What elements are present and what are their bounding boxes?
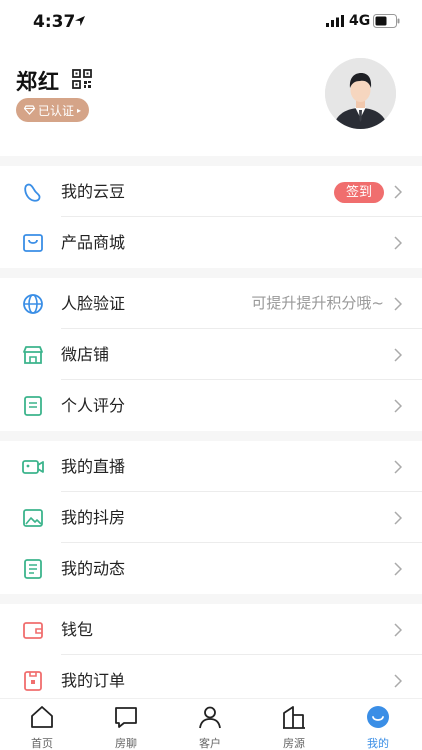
chevron-right-icon xyxy=(394,460,402,474)
building-icon xyxy=(283,706,305,729)
chevron-right-icon xyxy=(394,185,402,199)
menu-item-wallet[interactable]: 钱包 xyxy=(0,604,422,655)
document-icon xyxy=(24,396,42,416)
tab-label: 房源 xyxy=(283,737,305,750)
chevron-right-icon xyxy=(394,511,402,525)
battery-icon xyxy=(373,14,400,28)
person-icon xyxy=(199,706,221,729)
qr-code-icon[interactable] xyxy=(72,69,92,89)
section-divider xyxy=(0,594,422,604)
chevron-right-icon xyxy=(394,236,402,250)
video-camera-icon xyxy=(22,460,44,474)
tab-label: 我的 xyxy=(367,737,389,750)
menu-item-label: 微店铺 xyxy=(61,345,110,364)
sign-in-button[interactable]: 签到 xyxy=(333,182,384,203)
avatar[interactable] xyxy=(325,58,396,129)
menu-item-face-verify[interactable]: 人脸验证 可提升提升积分哦~ xyxy=(0,278,422,329)
tab-mine[interactable]: 我的 xyxy=(336,699,420,750)
tab-customers[interactable]: 客户 xyxy=(168,699,252,750)
menu-item-label: 我的云豆 xyxy=(61,182,126,201)
tab-home[interactable]: 首页 xyxy=(0,699,84,750)
verified-badge-label: 已认证 xyxy=(38,103,75,118)
home-icon xyxy=(31,706,53,728)
status-time: 4:37 xyxy=(33,12,76,32)
tab-label: 房聊 xyxy=(115,737,137,750)
menu-list: 我的云豆 签到 产品商城 人脸验证 可提升提升积分哦~ 微店铺 个人评分 我的直… xyxy=(0,156,422,706)
menu-item-live[interactable]: 我的直播 xyxy=(0,441,422,492)
menu-item-yundou[interactable]: 我的云豆 签到 xyxy=(0,166,422,217)
chevron-right-icon xyxy=(394,297,402,311)
smile-face-icon xyxy=(367,706,389,728)
chat-bubble-icon xyxy=(115,707,137,728)
section-divider xyxy=(0,431,422,441)
network-type: 4G xyxy=(349,13,371,29)
menu-item-product-mall[interactable]: 产品商城 xyxy=(0,217,422,268)
wallet-icon xyxy=(23,622,43,639)
chevron-right-icon xyxy=(394,562,402,576)
menu-item-moments[interactable]: 我的动态 xyxy=(0,543,422,594)
chevron-right-icon xyxy=(394,348,402,362)
verified-badge: 已认证 ▸ xyxy=(16,98,90,122)
order-icon xyxy=(24,671,42,691)
chevron-right-icon xyxy=(394,674,402,688)
globe-icon xyxy=(23,294,43,314)
tab-chat[interactable]: 房聊 xyxy=(84,699,168,750)
notes-icon xyxy=(24,559,42,579)
tab-listings[interactable]: 房源 xyxy=(252,699,336,750)
section-divider xyxy=(0,156,422,166)
menu-item-label: 产品商城 xyxy=(61,233,126,252)
store-icon xyxy=(23,346,43,364)
user-name: 郑红 xyxy=(16,70,60,94)
bean-icon xyxy=(24,183,41,202)
image-icon xyxy=(23,509,43,527)
menu-item-label: 我的抖房 xyxy=(61,508,126,527)
menu-item-label: 个人评分 xyxy=(61,396,126,415)
profile-page: 4:37 4G 郑红 已认证 ▸ 我的云豆 签到 产品商城 人脸验证 可提升提升… xyxy=(0,0,422,750)
tab-label: 客户 xyxy=(199,737,221,750)
tab-label: 首页 xyxy=(31,737,53,750)
location-arrow-icon xyxy=(75,16,85,26)
signal-icon xyxy=(326,15,344,27)
menu-item-label: 我的直播 xyxy=(61,457,126,476)
bottom-tab-bar: 首页 房聊 客户 房源 我的 xyxy=(0,698,422,750)
menu-item-label: 钱包 xyxy=(61,620,94,639)
chevron-right-icon xyxy=(394,399,402,413)
menu-item-label: 我的动态 xyxy=(61,559,126,578)
section-divider xyxy=(0,268,422,278)
diamond-icon xyxy=(24,105,35,115)
menu-item-micro-shop[interactable]: 微店铺 xyxy=(0,329,422,380)
badge-arrow-icon: ▸ xyxy=(77,105,82,115)
status-bar: 4:37 4G xyxy=(0,0,422,44)
chevron-right-icon xyxy=(394,623,402,637)
face-verify-hint: 可提升提升积分哦~ xyxy=(251,294,384,312)
menu-item-label: 人脸验证 xyxy=(61,294,126,313)
profile-header: 郑红 已认证 ▸ xyxy=(0,44,422,156)
menu-item-douyin-house[interactable]: 我的抖房 xyxy=(0,492,422,543)
menu-item-personal-score[interactable]: 个人评分 xyxy=(0,380,422,431)
shopping-bag-icon xyxy=(23,234,43,252)
